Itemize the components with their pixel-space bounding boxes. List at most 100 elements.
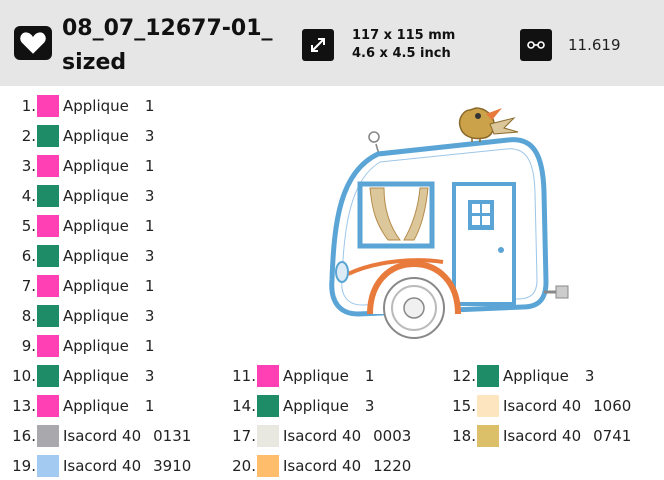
- thread-name: Applique: [63, 187, 129, 205]
- thread-code: 0003: [373, 427, 412, 445]
- thread-color-row: 2. Applique 3: [0, 123, 154, 149]
- thread-name: Isacord 40: [503, 397, 582, 415]
- thread-color-row: 17. Isacord 40 0003: [220, 423, 411, 449]
- color-swatch: [37, 395, 59, 417]
- thread-code: 3910: [153, 457, 192, 475]
- thread-color-row: 16. Isacord 40 0131: [0, 423, 191, 449]
- thread-code: 1: [144, 397, 155, 415]
- thread-color-row: 8. Applique 3: [0, 303, 154, 329]
- color-number: 8.: [21, 307, 36, 325]
- thread-color-row: 19. Isacord 40 3910: [0, 453, 191, 479]
- color-swatch: [257, 395, 279, 417]
- thread-color-row: 13. Applique 1: [0, 393, 154, 419]
- thread-color-row: 15. Isacord 40 1060: [440, 393, 631, 419]
- color-swatch: [37, 305, 59, 327]
- color-number: 16.: [12, 427, 36, 445]
- color-swatch: [37, 125, 59, 147]
- color-swatch: [37, 425, 59, 447]
- thread-name: Applique: [63, 277, 129, 295]
- thread-code: 1220: [373, 457, 412, 475]
- color-swatch: [37, 365, 59, 387]
- color-number: 2.: [21, 127, 36, 145]
- color-swatch: [37, 95, 59, 117]
- thread-name: Isacord 40: [63, 457, 142, 475]
- thread-color-row: 7. Applique 1: [0, 273, 154, 299]
- color-number: 6.: [21, 247, 36, 265]
- design-title-line2: sized: [62, 50, 127, 75]
- thread-code: 1: [144, 157, 155, 175]
- thread-code: 0131: [153, 427, 192, 445]
- color-swatch: [37, 275, 59, 297]
- color-number: 7.: [21, 277, 36, 295]
- color-number: 5.: [21, 217, 36, 235]
- color-number: 10.: [12, 367, 36, 385]
- thread-name: Applique: [63, 157, 129, 175]
- thread-color-row: 14. Applique 3: [220, 393, 374, 419]
- thread-color-row: 4. Applique 3: [0, 183, 154, 209]
- color-number: 19.: [12, 457, 36, 475]
- color-swatch: [37, 455, 59, 477]
- color-number: 15.: [452, 397, 476, 415]
- thread-color-row: 10. Applique 3: [0, 363, 154, 389]
- thread-name: Applique: [63, 127, 129, 145]
- design-title-line1: 08_07_12677-01_: [62, 16, 273, 41]
- color-swatch: [37, 185, 59, 207]
- color-number: 20.: [232, 457, 256, 475]
- design-size: 117 x 115 mm 4.6 x 4.5 inch: [352, 27, 455, 63]
- color-number: 11.: [232, 367, 256, 385]
- color-number: 17.: [232, 427, 256, 445]
- thread-color-row: 12. Applique 3: [440, 363, 594, 389]
- color-swatch: [257, 425, 279, 447]
- thread-name: Applique: [503, 367, 569, 385]
- thread-code: 3: [144, 307, 155, 325]
- heart-icon: [14, 26, 52, 60]
- color-swatch: [477, 425, 499, 447]
- size-inch: 4.6 x 4.5 inch: [352, 46, 451, 61]
- color-swatch: [37, 335, 59, 357]
- thread-code: 1060: [593, 397, 632, 415]
- color-number: 4.: [21, 187, 36, 205]
- thread-name: Applique: [63, 97, 129, 115]
- thread-code: 1: [144, 277, 155, 295]
- thread-code: 3: [364, 397, 375, 415]
- thread-name: Isacord 40: [63, 427, 142, 445]
- thread-code: 1: [144, 97, 155, 115]
- thread-color-row: 11. Applique 1: [220, 363, 374, 389]
- color-swatch: [37, 215, 59, 237]
- thread-code: 3: [144, 247, 155, 265]
- color-swatch: [257, 365, 279, 387]
- thread-code: 3: [144, 187, 155, 205]
- color-swatch: [37, 155, 59, 177]
- color-swatch: [477, 395, 499, 417]
- header-bar: 08_07_12677-01_ sized 117 x 115 mm 4.6 x…: [0, 0, 664, 86]
- thread-color-row: 3. Applique 1: [0, 153, 154, 179]
- color-swatch: [37, 245, 59, 267]
- color-swatch: [257, 455, 279, 477]
- thread-name: Applique: [63, 247, 129, 265]
- size-mm: 117 x 115 mm: [352, 28, 456, 43]
- color-number: 14.: [232, 397, 256, 415]
- color-number: 9.: [21, 337, 36, 355]
- stitch-count: 11.619: [568, 36, 621, 54]
- color-swatch: [477, 365, 499, 387]
- thread-color-row: 1. Applique 1: [0, 93, 154, 119]
- design-title: 08_07_12677-01_ sized: [62, 12, 302, 80]
- thread-code: 1: [144, 217, 155, 235]
- thread-name: Applique: [63, 337, 129, 355]
- color-number: 18.: [452, 427, 476, 445]
- color-number: 1.: [21, 97, 36, 115]
- thread-color-row: 18. Isacord 40 0741: [440, 423, 631, 449]
- thread-color-row: 20. Isacord 40 1220: [220, 453, 411, 479]
- thread-name: Applique: [283, 397, 349, 415]
- thread-color-row: 6. Applique 3: [0, 243, 154, 269]
- thread-color-row: 9. Applique 1: [0, 333, 154, 359]
- thread-name: Applique: [63, 307, 129, 325]
- thread-code: 1: [144, 337, 155, 355]
- thread-code: 3: [584, 367, 595, 385]
- thread-code: 3: [144, 367, 155, 385]
- thread-name: Applique: [63, 397, 129, 415]
- thread-name: Applique: [63, 217, 129, 235]
- color-number: 13.: [12, 397, 36, 415]
- thread-name: Isacord 40: [503, 427, 582, 445]
- stitch-count-icon: [520, 29, 552, 61]
